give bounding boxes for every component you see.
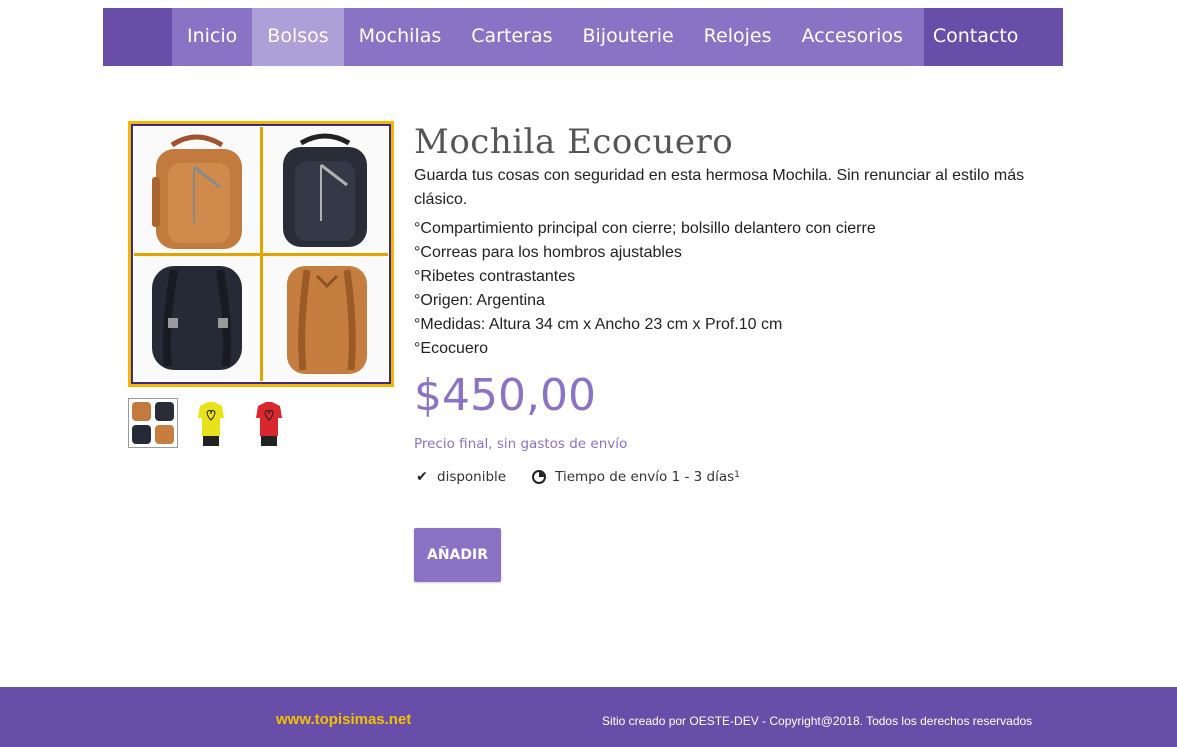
nav-item-mochilas[interactable]: Mochilas — [344, 8, 457, 66]
thumbnail-red-tshirt[interactable] — [244, 398, 294, 448]
nav-item-bolsos[interactable]: Bolsos — [252, 8, 344, 66]
nav-item-inicio[interactable]: Inicio — [172, 8, 252, 66]
footer-copyright: Sitio creado por OESTE-DEV - Copyright@2… — [602, 714, 1033, 728]
nav-item-bijouterie[interactable]: Bijouterie — [567, 8, 688, 66]
price-note: Precio final, sin gastos de envío — [414, 436, 628, 452]
checkmark-icon: ✔ — [416, 469, 428, 485]
thumbnail-yellow-tshirt[interactable] — [186, 398, 236, 448]
backpack-black-front-image — [262, 127, 388, 253]
availability-status: disponible — [437, 469, 507, 485]
product-title: Mochila Ecocuero — [414, 122, 734, 162]
top-navigation: Inicio Bolsos Mochilas Carteras Bijouter… — [103, 8, 1063, 66]
backpack-tan-back-image — [262, 255, 388, 381]
product-features: °Compartimiento principal con cierre; bo… — [414, 217, 876, 361]
product-main-image[interactable] — [128, 121, 394, 387]
product-description: Guarda tus cosas con seguridad en esta h… — [414, 167, 1025, 208]
clock-icon — [532, 470, 547, 484]
nav-item-accesorios[interactable]: Accesorios — [786, 8, 917, 66]
backpack-black-back-image — [134, 255, 260, 381]
product-thumbnails — [128, 398, 294, 448]
feature-item: °Ribetes contrastantes — [414, 268, 576, 285]
nav-item-carteras[interactable]: Carteras — [456, 8, 567, 66]
add-to-cart-button[interactable]: AÑADIR — [414, 528, 501, 582]
shipping-time: Tiempo de envío 1 - 3 días — [555, 469, 735, 485]
feature-item: °Medidas: Altura 34 cm x Ancho 23 cm x P… — [414, 316, 783, 333]
feature-item: °Origen: Argentina — [414, 292, 545, 309]
footer: www.topisimas.net Sitio creado por OESTE… — [0, 687, 1177, 747]
product-image-grid — [134, 127, 388, 381]
feature-item: °Ecocuero — [414, 340, 488, 357]
product-price: $450,00 — [414, 370, 596, 421]
feature-item: °Compartimiento principal con cierre; bo… — [414, 220, 876, 237]
shipping-footnote[interactable]: 1 — [734, 470, 740, 480]
nav-menu: Inicio Bolsos Mochilas Carteras Bijouter… — [172, 8, 1018, 66]
footer-site-link[interactable]: www.topisimas.net — [276, 711, 411, 728]
backpack-tan-front-image — [134, 127, 260, 253]
availability-row: ✔ disponible Tiempo de envío 1 - 3 días 1 — [414, 469, 740, 485]
nav-item-contacto[interactable]: Contacto — [918, 8, 1034, 66]
nav-item-relojes[interactable]: Relojes — [689, 8, 787, 66]
thumbnail-backpacks[interactable] — [128, 398, 178, 448]
feature-item: °Correas para los hombros ajustables — [414, 244, 682, 261]
